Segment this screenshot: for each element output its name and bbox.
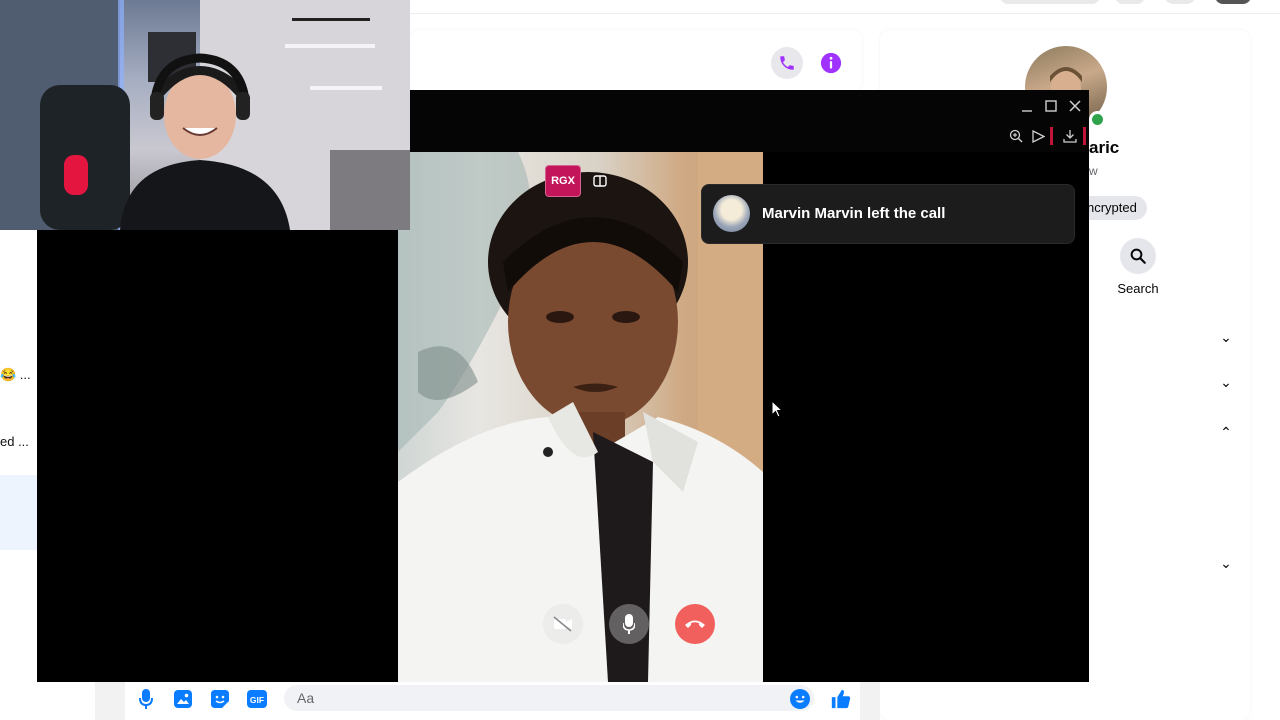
zoom-in-icon[interactable] [1007,127,1025,145]
svg-text:GIF: GIF [250,695,264,705]
top-bar-pill[interactable] [1000,0,1100,4]
profile-name: aric [1089,138,1120,157]
chevron-down-icon[interactable]: ⌄ [1218,329,1234,346]
participant-avatar [713,195,750,232]
recording-indicator [1050,127,1053,145]
message-input-placeholder[interactable]: Aa [297,690,314,706]
microphone-icon[interactable] [609,604,649,644]
recording-indicator [1083,127,1086,145]
conversation-selected[interactable] [0,475,37,550]
chevron-up-icon[interactable]: ⌃ [1218,424,1234,441]
search-icon[interactable] [1120,238,1156,274]
camera-off-icon[interactable] [543,604,583,644]
like-icon[interactable] [830,688,852,710]
image-icon[interactable] [172,688,194,710]
download-icon[interactable] [1061,127,1079,145]
conversation-snippet[interactable]: ed ... [0,434,29,449]
maximize-icon[interactable] [1041,96,1061,116]
microphone-icon[interactable] [135,688,157,710]
overlay-badge: RGX [545,165,581,197]
close-icon[interactable] [1065,96,1085,116]
info-icon[interactable] [815,47,847,79]
gif-icon[interactable]: GIF [246,688,268,710]
account-avatar[interactable] [1215,0,1251,4]
end-call-icon[interactable] [675,604,715,644]
top-bar-button[interactable] [1165,0,1195,4]
message-input[interactable] [284,685,814,711]
chevron-down-icon[interactable]: ⌄ [1218,374,1234,391]
search-label[interactable]: Search [1110,281,1166,296]
call-titlebar [410,90,1089,152]
camera-switch-icon[interactable] [589,170,611,192]
streamer-webcam [0,0,410,230]
profile-status: w [1089,164,1098,178]
screen: 😂 ... ed ... aric w ncrypted Search ⌄ ⌄ … [0,0,1280,720]
chevron-down-icon[interactable]: ⌄ [1218,555,1234,572]
minimize-icon[interactable] [1017,96,1037,116]
emoji-icon[interactable] [789,688,811,710]
top-bar-button[interactable] [1115,0,1145,4]
phone-icon[interactable] [771,47,803,79]
send-icon[interactable] [1029,127,1047,145]
mouse-cursor-icon [771,400,783,418]
top-bar [410,0,1280,14]
online-status-dot [1089,111,1106,128]
sticker-icon[interactable] [209,688,231,710]
conversation-snippet[interactable]: 😂 ... [0,367,31,383]
notification-text: Marvin Marvin left the call [762,205,946,222]
